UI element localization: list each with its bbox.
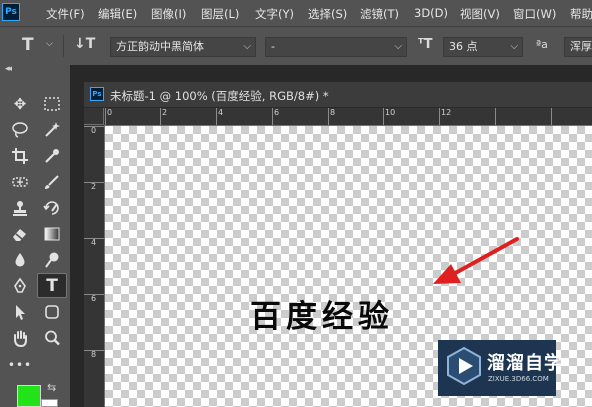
dodge-tool-icon[interactable] xyxy=(37,247,67,272)
brush-tool-icon[interactable] xyxy=(37,169,67,194)
ruler-label: 8 xyxy=(330,108,336,117)
font-family-value: 方正韵动中黑简体 xyxy=(116,40,204,53)
ruler-origin[interactable] xyxy=(84,108,104,125)
menu-filter[interactable]: 滤镜(T) xyxy=(360,6,399,22)
more-tools-icon[interactable]: ••• xyxy=(5,352,35,377)
menu-select[interactable]: 选择(S) xyxy=(308,6,347,22)
toggle-text-orientation-icon[interactable]: ↓T xyxy=(74,36,95,52)
ruler-label: 4 xyxy=(91,238,97,247)
menu-3d[interactable]: 3D(D) xyxy=(414,6,448,20)
ruler-label: 12 xyxy=(441,108,452,117)
ruler-label: 8 xyxy=(91,350,97,359)
horizontal-ruler[interactable]: 0 2 4 6 8 10 12 xyxy=(104,108,592,126)
gradient-tool-icon[interactable] xyxy=(37,221,67,246)
font-style-value: - xyxy=(271,40,275,53)
tools-panel: ◂◂ ✥ T ••• xyxy=(0,64,70,407)
lasso-tool-icon[interactable] xyxy=(5,117,35,142)
menu-file[interactable]: 文件(F) xyxy=(46,6,85,22)
font-family-select[interactable]: 方正韵动中黑简体 ⌵ xyxy=(110,37,256,57)
crop-tool-icon[interactable] xyxy=(5,143,35,168)
vertical-ruler[interactable]: 0 2 4 6 8 xyxy=(84,125,105,407)
ruler-tick xyxy=(84,182,104,183)
path-selection-tool-icon[interactable] xyxy=(5,299,35,324)
ruler-tick xyxy=(84,294,104,295)
anti-alias-icon: ªa xyxy=(536,38,548,51)
font-size-icon: ᵀT xyxy=(418,37,433,52)
type-tool-preset-icon[interactable]: T xyxy=(22,35,34,55)
font-size-value: 36 点 xyxy=(449,40,478,53)
menu-bar: Ps 文件(F) 编辑(E) 图像(I) 图层(L) 文字(Y) 选择(S) 滤… xyxy=(0,0,592,26)
ruler-label: 2 xyxy=(162,108,168,117)
font-size-select[interactable]: 36 点 ⌵ xyxy=(443,37,523,57)
divider xyxy=(63,35,64,57)
menu-type[interactable]: 文字(Y) xyxy=(255,6,294,22)
pen-tool-icon[interactable] xyxy=(5,273,35,298)
ruler-tick xyxy=(383,108,384,125)
ruler-label: 0 xyxy=(107,108,113,117)
ruler-label: 2 xyxy=(91,182,97,191)
menu-image[interactable]: 图像(I) xyxy=(151,6,186,22)
eyedropper-tool-icon[interactable] xyxy=(37,143,67,168)
menu-window[interactable]: 窗口(W) xyxy=(513,6,556,22)
photoshop-logo-icon[interactable]: Ps xyxy=(2,3,20,21)
ruler-label: 4 xyxy=(218,108,224,117)
eraser-tool-icon[interactable] xyxy=(5,221,35,246)
ruler-label: 10 xyxy=(385,108,396,117)
ruler-tick xyxy=(84,238,104,239)
ruler-label: 6 xyxy=(91,294,97,303)
magic-wand-tool-icon[interactable] xyxy=(37,117,67,142)
collapse-panel-icon[interactable]: ◂◂ xyxy=(5,64,12,74)
history-brush-tool-icon[interactable] xyxy=(37,195,67,220)
watermark-url: ZIXUE.3D66.COM xyxy=(488,375,549,383)
anti-alias-select[interactable]: 浑厚 xyxy=(564,37,592,57)
document-icon: Ps xyxy=(90,87,104,101)
watermark-title: 溜溜自学 xyxy=(487,353,563,374)
ruler-tick xyxy=(216,108,217,125)
swap-colors-icon[interactable]: ⇆ xyxy=(47,381,56,394)
font-style-select[interactable]: - ⌵ xyxy=(265,37,407,57)
zoom-tool-icon[interactable] xyxy=(37,325,67,350)
menu-view[interactable]: 视图(V) xyxy=(460,6,500,22)
rectangle-tool-icon[interactable] xyxy=(37,299,67,324)
menu-layer[interactable]: 图层(L) xyxy=(201,6,239,22)
marquee-tool-icon[interactable] xyxy=(37,91,67,116)
chevron-down-icon: ⌵ xyxy=(510,41,518,52)
healing-brush-tool-icon[interactable] xyxy=(5,169,35,194)
ruler-tick xyxy=(84,126,104,127)
chevron-down-icon: ⌵ xyxy=(394,41,402,52)
hand-tool-icon[interactable] xyxy=(5,325,35,350)
clone-stamp-tool-icon[interactable] xyxy=(5,195,35,220)
ruler-label: 6 xyxy=(274,108,280,117)
ruler-tick xyxy=(439,108,440,125)
move-tool-icon[interactable]: ✥ xyxy=(5,91,35,116)
ruler-tick xyxy=(84,350,104,351)
ruler-tick xyxy=(272,108,273,125)
menu-edit[interactable]: 编辑(E) xyxy=(98,6,137,22)
blur-tool-icon[interactable] xyxy=(5,247,35,272)
ruler-label: 0 xyxy=(91,126,97,135)
background-color-swatch[interactable] xyxy=(41,399,58,407)
document-title: 未标题-1 @ 100% (百度经验, RGB/8#) * xyxy=(110,89,329,103)
options-bar: T ⌵ ↓T 方正韵动中黑简体 ⌵ - ⌵ ᵀT 36 点 ⌵ ªa 浑厚 xyxy=(0,26,592,65)
type-tool-icon[interactable]: T xyxy=(37,273,67,298)
ruler-tick xyxy=(551,108,552,125)
ruler-tick xyxy=(160,108,161,125)
watermark-logo-icon xyxy=(447,346,481,386)
chevron-down-icon: ⌵ xyxy=(243,41,251,52)
ruler-tick xyxy=(328,108,329,125)
ruler-tick xyxy=(105,108,106,125)
ruler-tick xyxy=(495,108,496,125)
watermark: 溜溜自学 ZIXUE.3D66.COM xyxy=(438,340,562,396)
foreground-color-swatch[interactable] xyxy=(17,385,41,407)
document-tab[interactable]: Ps 未标题-1 @ 100% (百度经验, RGB/8#) * xyxy=(84,82,592,108)
chevron-down-icon[interactable]: ⌵ xyxy=(46,39,53,49)
anti-alias-value: 浑厚 xyxy=(570,40,592,53)
menu-help[interactable]: 帮助 xyxy=(570,6,592,22)
